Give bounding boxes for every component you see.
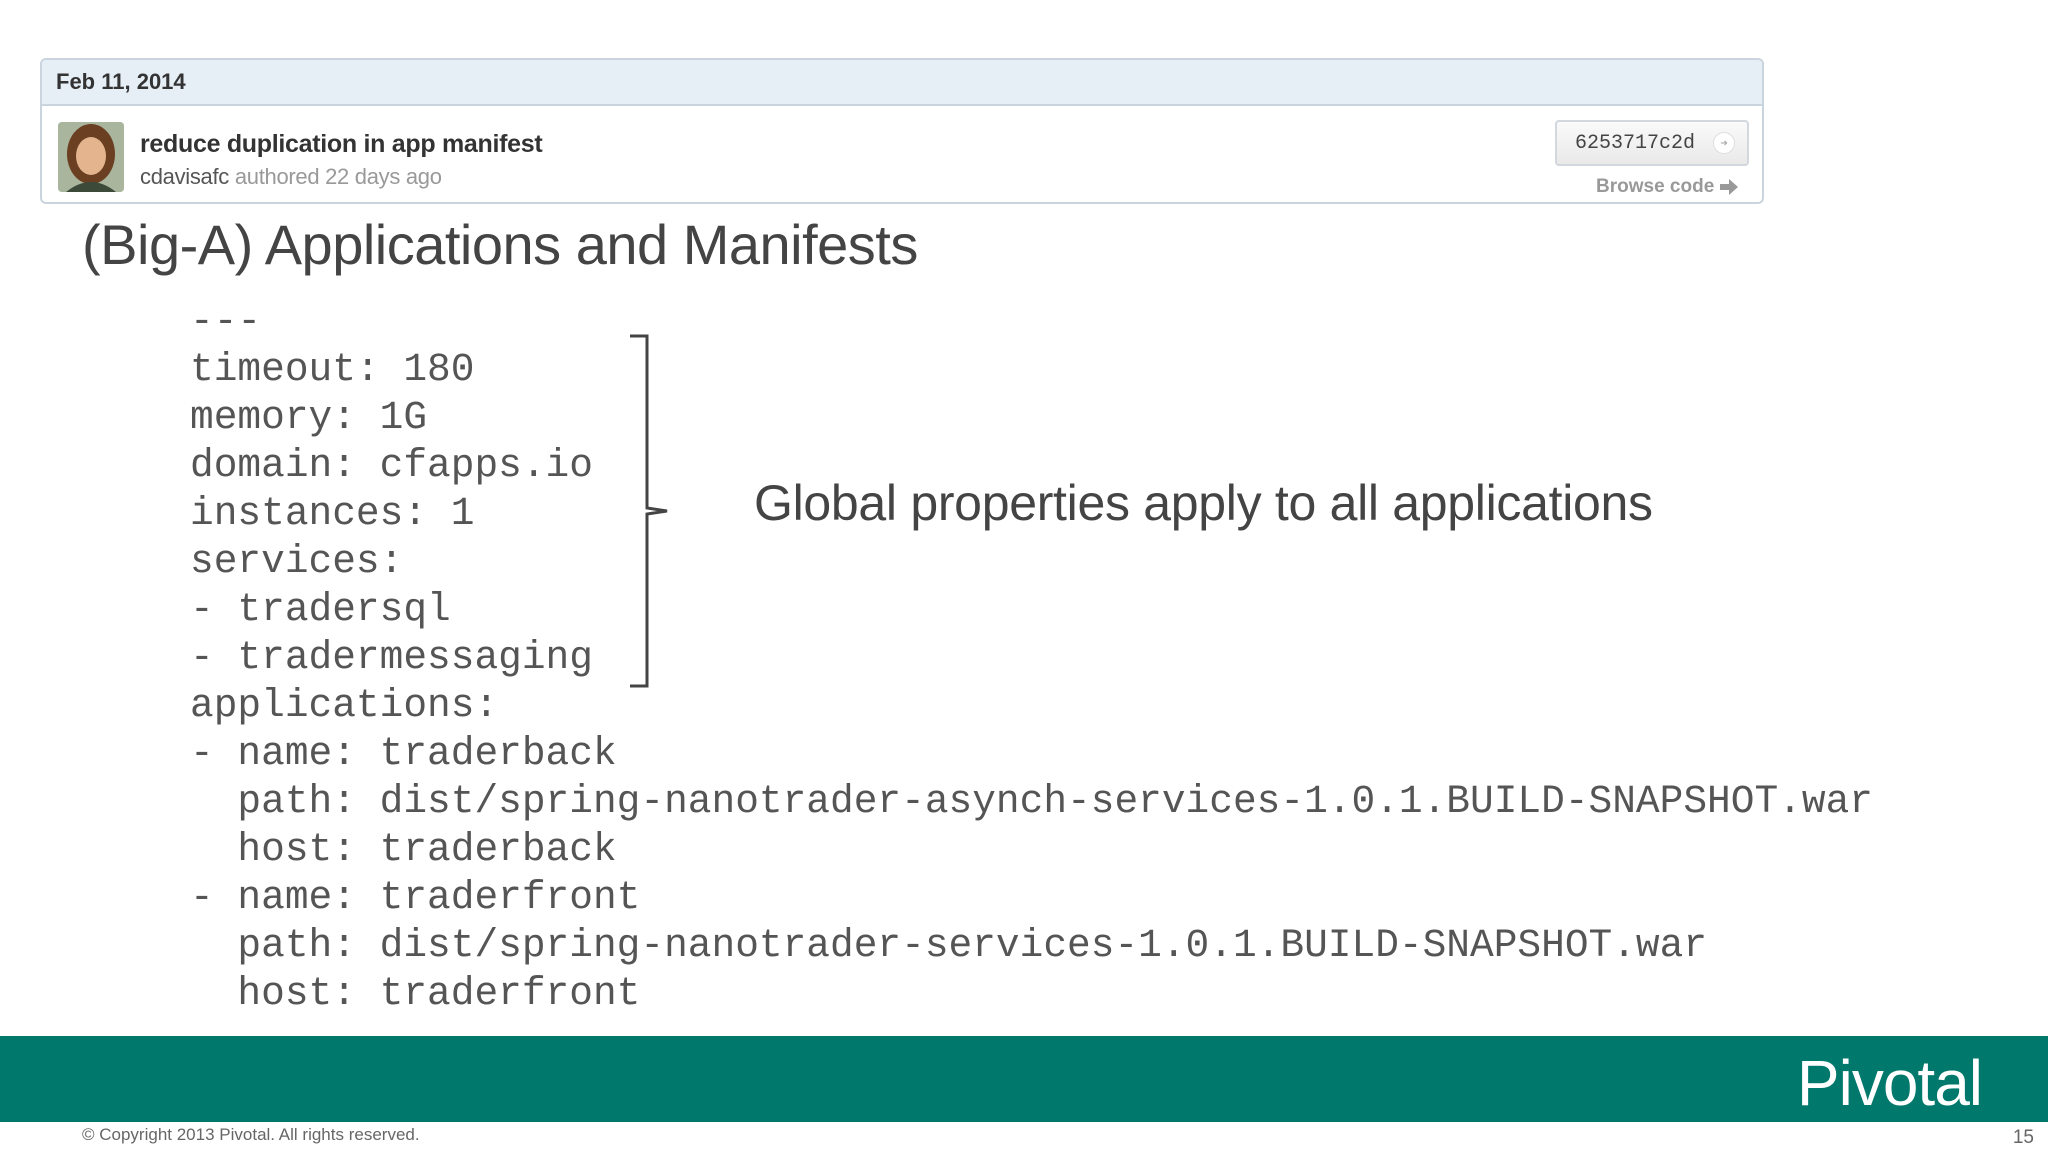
arrow-right-icon: ➜ [1713,132,1735,154]
code-line: - name: traderback [190,731,617,776]
commit-author[interactable]: cdavisafc [140,164,229,189]
global-properties-note: Global properties apply to all applicati… [754,475,1653,531]
code-line: memory: 1G [190,395,428,440]
code-line: --- [190,299,262,344]
code-line: timeout: 180 [190,347,475,392]
commit-date: Feb 11, 2014 [42,60,1762,106]
manifest-code: --- timeout: 180 memory: 1G domain: cfap… [190,298,1873,1018]
code-line: instances: 1 [190,491,475,536]
slide-title: (Big-A) Applications and Manifests [82,213,918,276]
code-line: domain: cfapps.io [190,443,593,488]
code-line: - name: traderfront [190,875,641,920]
commit-sha: 6253717c2d [1575,131,1696,155]
code-line: host: traderfront [190,971,641,1016]
code-line: services: [190,539,404,584]
commit-sha-button[interactable]: 6253717c2d ➜ [1555,120,1749,166]
pivotal-logo: Pivotal [1796,1047,1983,1119]
code-line: host: traderback [190,827,617,872]
arrow-right-icon [1720,179,1739,195]
code-line: - tradersql [190,587,451,632]
footer-band: Pivotal [0,1036,2048,1122]
copyright: © Copyright 2013 Pivotal. All rights res… [82,1125,420,1144]
code-line: path: dist/spring-nanotrader-asynch-serv… [190,779,1873,824]
page-number: 15 [2012,1127,2034,1148]
browse-code-link[interactable]: Browse code [1596,176,1739,198]
code-line: - tradermessaging [190,635,593,680]
commit-card: Feb 11, 2014 reduce duplication in app m… [40,58,1764,204]
code-line: path: dist/spring-nanotrader-services-1.… [190,923,1708,968]
right-brace [630,334,668,688]
commit-meta: cdavisafc authored 22 days ago [140,164,442,190]
authored-text: authored 22 days ago [229,164,442,189]
commit-message[interactable]: reduce duplication in app manifest [140,130,543,159]
author-avatar[interactable] [58,122,124,192]
browse-code-label: Browse code [1596,176,1715,197]
code-line: applications: [190,683,499,728]
